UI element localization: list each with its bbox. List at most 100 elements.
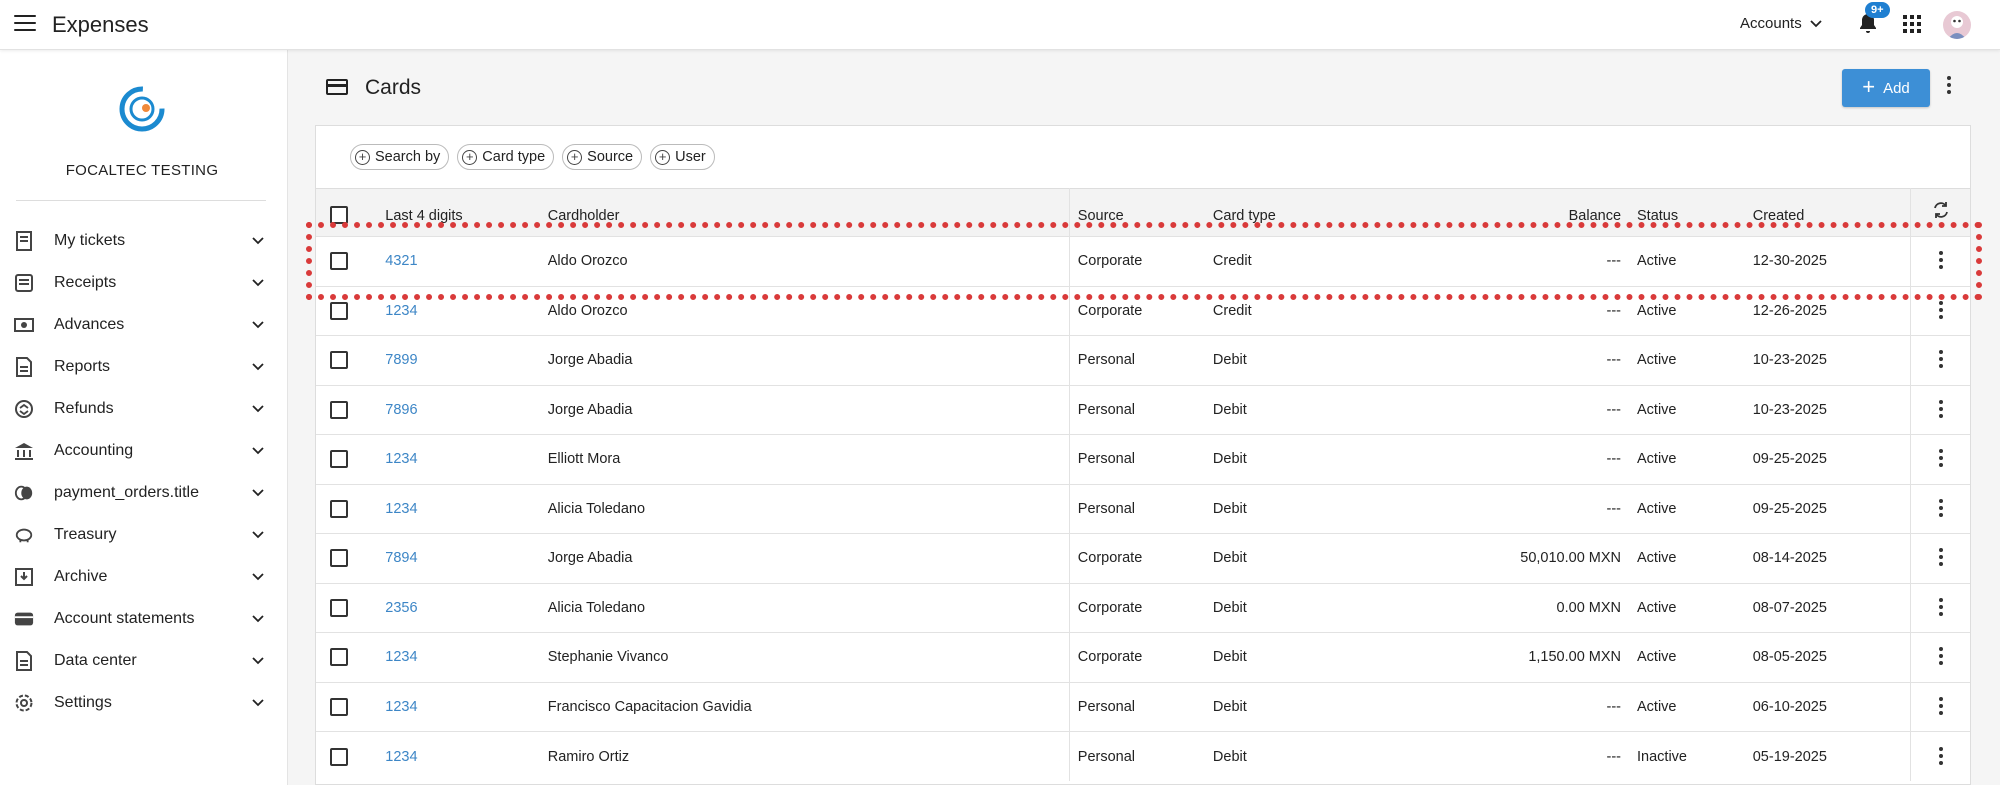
column-header-balance[interactable]: Balance bbox=[1459, 189, 1637, 237]
sidebar-item-accounting[interactable]: Accounting bbox=[0, 430, 284, 472]
card-digits-link[interactable]: 1234 bbox=[385, 501, 417, 517]
column-header-source[interactable]: Source bbox=[1069, 189, 1213, 237]
select-all-checkbox[interactable] bbox=[330, 206, 348, 224]
refresh-icon[interactable] bbox=[1931, 200, 1951, 220]
card-digits-link[interactable]: 1234 bbox=[385, 649, 417, 665]
cardholder-cell: Francisco Capacitacion Gavidia bbox=[547, 682, 1070, 732]
column-header-created[interactable]: Created bbox=[1753, 189, 1911, 237]
row-more-options-icon[interactable] bbox=[1938, 647, 1944, 667]
card-digits-link[interactable]: 7896 bbox=[385, 402, 417, 418]
row-more-options-icon[interactable] bbox=[1938, 548, 1944, 568]
row-checkbox[interactable] bbox=[330, 697, 348, 716]
card-digits-link[interactable]: 7899 bbox=[385, 352, 417, 368]
table-row[interactable]: 1234 Aldo Orozco Corporate Credit --- Ac… bbox=[316, 286, 1970, 336]
sidebar-item-account-statements[interactable]: Account statements bbox=[0, 598, 284, 640]
created-cell: 09-25-2025 bbox=[1752, 500, 1827, 517]
sidebar-item-receipts[interactable]: Receipts bbox=[0, 262, 284, 304]
card-digits-link[interactable]: 1234 bbox=[385, 699, 417, 715]
sidebar-item-label: Data center bbox=[54, 652, 137, 669]
table-row[interactable]: 1234 Francisco Capacitacion Gavidia Pers… bbox=[316, 682, 1970, 732]
chevron-down-icon bbox=[252, 573, 264, 581]
table-header-row: Last 4 digits Cardholder Source Card typ… bbox=[316, 188, 1970, 237]
row-more-options-icon[interactable] bbox=[1938, 399, 1944, 420]
table-row[interactable]: 1234 Elliott Mora Personal Debit --- Act… bbox=[316, 434, 1970, 484]
add-button[interactable]: + Add bbox=[1842, 69, 1930, 107]
row-checkbox[interactable] bbox=[330, 252, 348, 271]
row-more-options-icon[interactable] bbox=[1938, 696, 1944, 717]
balance-cell: 1,150.00 MXN bbox=[1528, 649, 1622, 666]
row-checkbox[interactable] bbox=[330, 499, 348, 518]
more-options-icon[interactable] bbox=[1946, 76, 1960, 100]
sidebar-item-label: Reports bbox=[54, 358, 111, 375]
row-more-options-icon[interactable] bbox=[1938, 251, 1944, 271]
sidebar-item-data-center[interactable]: Data center bbox=[0, 640, 284, 682]
table-row[interactable]: 1234 Ramiro Ortiz Personal Debit --- Ina… bbox=[316, 731, 1970, 781]
card-digits-link[interactable]: 7894 bbox=[385, 550, 417, 566]
filter-user[interactable]: + User bbox=[650, 144, 715, 170]
column-header-status[interactable]: Status bbox=[1637, 189, 1753, 237]
menu-icon[interactable] bbox=[14, 15, 36, 33]
company-logo bbox=[119, 86, 165, 132]
card-digits-link[interactable]: 1234 bbox=[385, 749, 417, 765]
chevron-down-icon bbox=[252, 321, 264, 329]
row-checkbox[interactable] bbox=[330, 301, 348, 320]
table-row[interactable]: 7896 Jorge Abadia Personal Debit --- Act… bbox=[316, 385, 1970, 435]
sidebar-item-archive[interactable]: Archive bbox=[0, 556, 284, 598]
table-row[interactable]: 4321 Aldo Orozco Corporate Credit --- Ac… bbox=[316, 236, 1970, 286]
filter-source[interactable]: + Source bbox=[562, 144, 643, 170]
sidebar-item-treasury[interactable]: Treasury bbox=[0, 514, 284, 556]
column-header-digits[interactable]: Last 4 digits bbox=[385, 189, 548, 237]
card-digits-link[interactable]: 1234 bbox=[385, 451, 417, 467]
card-type-cell: Credit bbox=[1212, 253, 1252, 270]
column-header-cardholder[interactable]: Cardholder bbox=[547, 188, 1070, 237]
row-checkbox[interactable] bbox=[330, 351, 348, 370]
row-more-options-icon[interactable] bbox=[1938, 350, 1944, 370]
sidebar-item-label: Treasury bbox=[54, 526, 117, 543]
cardholder-cell: Jorge Abadia bbox=[547, 335, 1070, 385]
sidebar-item-advances[interactable]: Advances bbox=[0, 304, 284, 346]
row-more-options-icon[interactable] bbox=[1938, 498, 1944, 519]
balance-cell: --- bbox=[1606, 748, 1622, 765]
wallet-icon bbox=[14, 609, 34, 629]
table-row[interactable]: 1234 Alicia Toledano Personal Debit --- … bbox=[316, 484, 1970, 534]
apps-grid-icon[interactable] bbox=[1903, 15, 1921, 33]
sidebar-item-refunds[interactable]: Refunds bbox=[0, 388, 284, 430]
column-header-card-type[interactable]: Card type bbox=[1213, 189, 1459, 237]
sidebar-item-payment-orders[interactable]: payment_orders.title bbox=[0, 472, 284, 514]
cardholder-cell: Jorge Abadia bbox=[547, 533, 1070, 583]
row-checkbox[interactable] bbox=[330, 598, 348, 617]
status-cell: Inactive bbox=[1637, 748, 1687, 765]
row-checkbox[interactable] bbox=[330, 648, 348, 667]
row-more-options-icon[interactable] bbox=[1938, 449, 1944, 469]
table-row[interactable]: 7899 Jorge Abadia Personal Debit --- Act… bbox=[316, 335, 1970, 385]
card-digits-link[interactable]: 2356 bbox=[385, 600, 417, 616]
row-checkbox[interactable] bbox=[330, 549, 348, 568]
table-row[interactable]: 1234 Stephanie Vivanco Corporate Debit 1… bbox=[316, 632, 1970, 682]
accounts-dropdown[interactable]: Accounts bbox=[1740, 15, 1822, 32]
card-digits-link[interactable]: 4321 bbox=[385, 253, 417, 269]
row-checkbox[interactable] bbox=[330, 450, 348, 469]
row-more-options-icon[interactable] bbox=[1938, 597, 1944, 618]
balance-cell: --- bbox=[1606, 401, 1622, 418]
sidebar-item-label: Receipts bbox=[54, 274, 117, 291]
card-type-cell: Debit bbox=[1212, 500, 1247, 517]
table-row[interactable]: 2356 Alicia Toledano Corporate Debit 0.0… bbox=[316, 583, 1970, 633]
gear-icon bbox=[14, 693, 34, 713]
avatar[interactable] bbox=[1943, 11, 1971, 39]
row-more-options-icon[interactable] bbox=[1938, 300, 1944, 321]
filter-label: User bbox=[675, 149, 706, 165]
card-digits-link[interactable]: 1234 bbox=[385, 303, 417, 319]
filter-search-by[interactable]: + Search by bbox=[350, 144, 450, 170]
top-bar: Expenses Accounts 9+ bbox=[0, 0, 2000, 50]
sidebar-item-my-tickets[interactable]: My tickets bbox=[0, 220, 284, 262]
refund-icon bbox=[14, 399, 34, 419]
sidebar-item-settings[interactable]: Settings bbox=[0, 682, 284, 724]
row-checkbox[interactable] bbox=[330, 747, 348, 766]
sidebar-item-reports[interactable]: Reports bbox=[0, 346, 284, 388]
filter-card-type[interactable]: + Card type bbox=[457, 144, 555, 170]
chevron-down-icon bbox=[252, 363, 264, 371]
cards-panel: + Search by + Card type + Source + User Last… bbox=[315, 125, 1971, 785]
row-more-options-icon[interactable] bbox=[1938, 746, 1944, 767]
table-row[interactable]: 7894 Jorge Abadia Corporate Debit 50,010… bbox=[316, 533, 1970, 583]
row-checkbox[interactable] bbox=[330, 400, 348, 419]
